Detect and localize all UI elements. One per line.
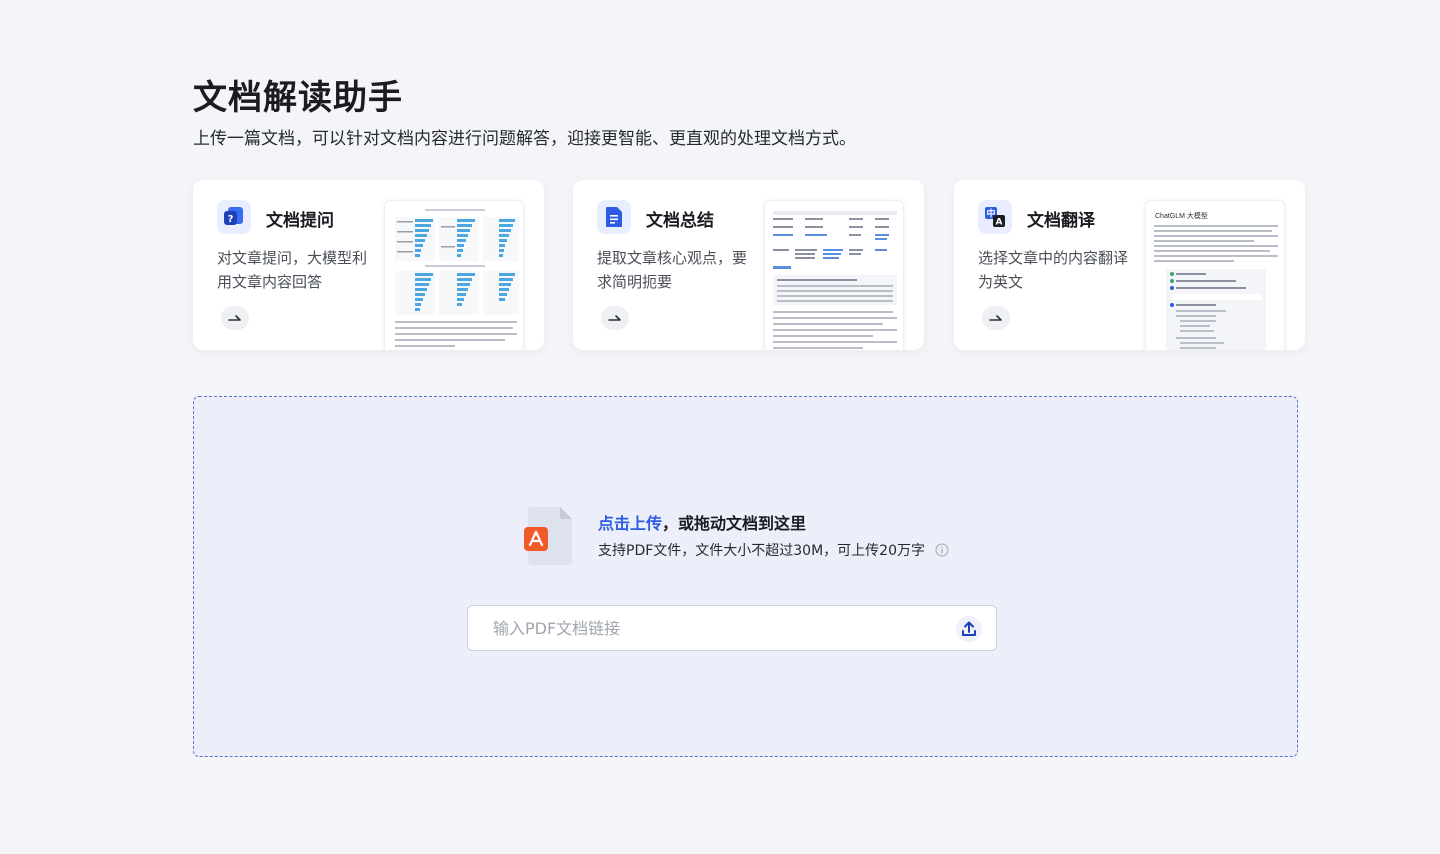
upload-title: 点击上传，或拖动文档到这里 [598,510,806,534]
preview-heading: ChatGLM 大模型 [1155,213,1208,220]
doc-question-icon: ? [217,200,251,234]
translate-icon: 中 A [978,200,1012,234]
upload-dropzone[interactable]: 点击上传，或拖动文档到这里 支持PDF文件，文件大小不超过30M，可上传20万字 [193,396,1298,757]
card-title: 文档提问 [266,211,334,231]
svg-text:?: ? [228,214,234,225]
card-doc-summary[interactable]: 文档总结 提取文章核心观点，要求简明扼要 [573,180,924,350]
upload-title-rest: ，或拖动文档到这里 [662,514,807,533]
card-preview-document: ChatGLM 大模型 [1145,200,1285,350]
upload-hint-text: 支持PDF文件，文件大小不超过30M，可上传20万字 [598,543,925,559]
page-title: 文档解读助手 [193,78,403,118]
pdf-file-icon [524,507,574,565]
arrow-right-icon[interactable] [982,306,1010,330]
card-doc-question[interactable]: ? 文档提问 对文章提问，大模型利用文章内容回答 [193,180,544,350]
pdf-url-field [467,605,997,651]
page-subtitle: 上传一篇文档，可以针对文档内容进行问题解答，迎接更智能、更直观的处理文档方式。 [193,129,856,149]
click-upload-link[interactable]: 点击上传 [598,514,662,533]
card-description: 对文章提问，大模型利用文章内容回答 [217,249,368,291]
card-title: 文档总结 [646,211,714,231]
upload-hint: 支持PDF文件，文件大小不超过30M，可上传20万字 [598,540,949,560]
upload-icon[interactable] [956,616,982,642]
card-description: 提取文章核心观点，要求简明扼要 [597,249,748,291]
doc-summary-icon [597,200,631,234]
card-title: 文档翻译 [1027,211,1095,231]
card-preview-table [764,200,904,350]
arrow-right-icon[interactable] [601,306,629,330]
card-preview-bar-charts [384,200,524,350]
svg-text:A: A [996,218,1003,228]
card-doc-translate[interactable]: 中 A 文档翻译 选择文章中的内容翻译为英文 ChatGLM 大模型 [954,180,1305,350]
pdf-url-input[interactable] [468,606,938,650]
info-icon[interactable] [935,543,949,557]
arrow-right-icon[interactable] [221,306,249,330]
card-description: 选择文章中的内容翻译为英文 [978,249,1129,291]
